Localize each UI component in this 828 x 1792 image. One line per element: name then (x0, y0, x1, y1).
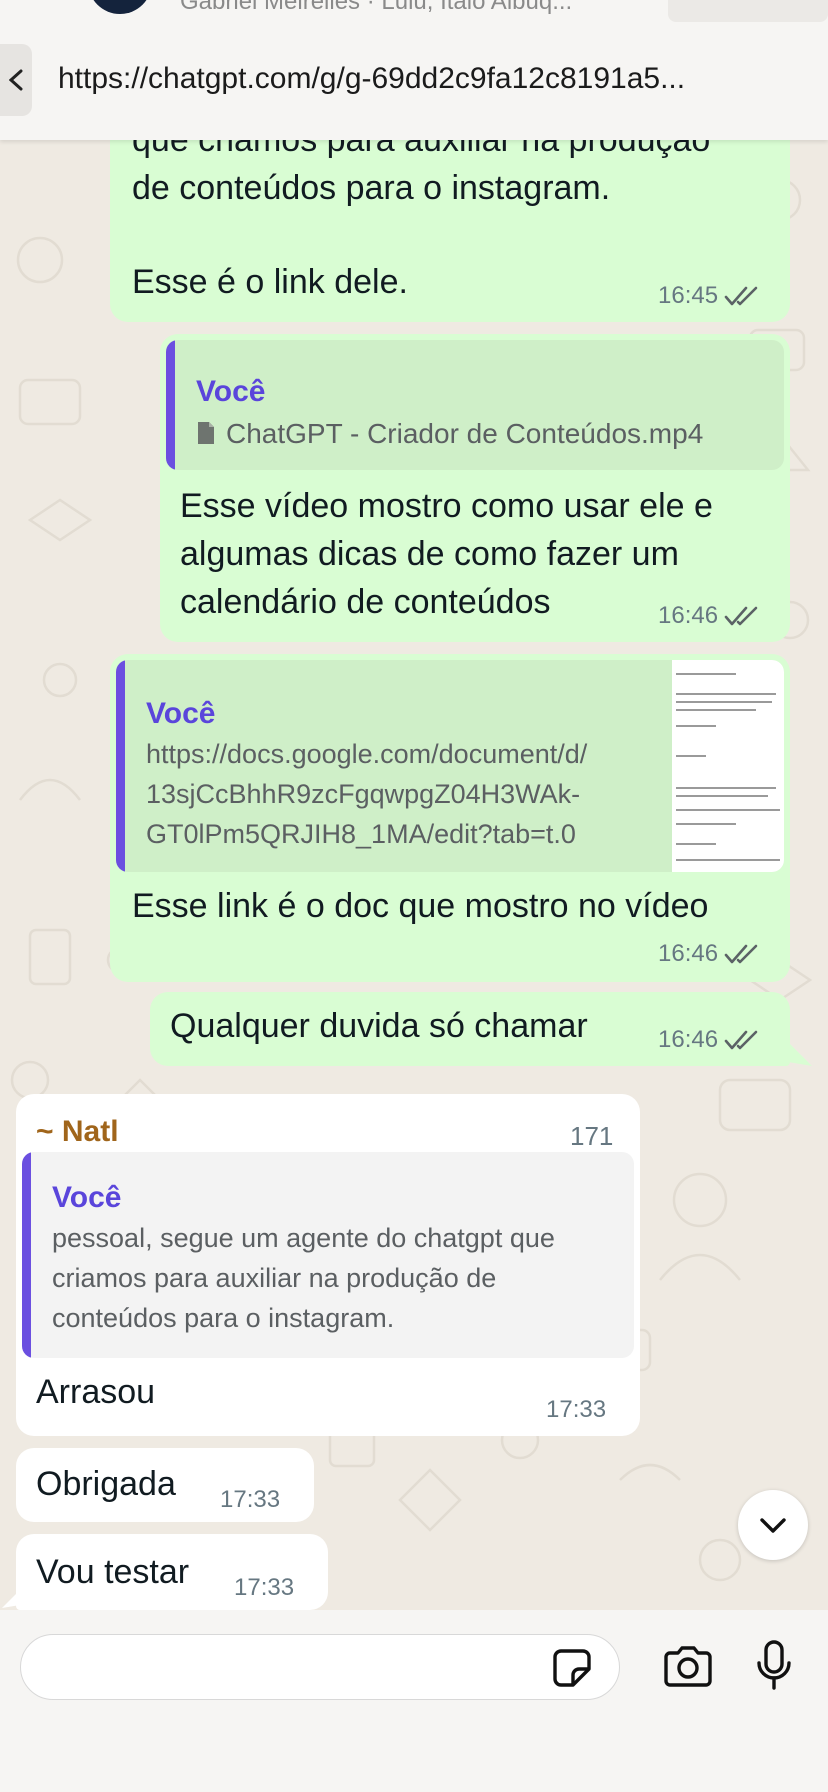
chevron-down-icon (760, 1518, 786, 1533)
chat-header: Gabriel Meirelles · Lulu, Italo Albuq...… (0, 0, 828, 140)
message-meta: 16:46 (658, 940, 760, 968)
message-meta: 16:46 (658, 1026, 760, 1054)
message-meta: 17:33 (234, 1574, 294, 1602)
message-bubble-incoming[interactable]: Obrigada 17:33 (16, 1448, 314, 1522)
double-check-icon (724, 1030, 758, 1050)
quote-file-name: ChatGPT - Criador de Conteúdos.mp4 (226, 418, 704, 449)
double-check-icon (724, 606, 758, 626)
document-preview-image (676, 673, 780, 861)
scroll-to-bottom-button[interactable] (738, 1490, 808, 1560)
message-text-line: Vou testar (36, 1553, 190, 1591)
message-text-line: calendário de conteúdos (180, 583, 551, 621)
message-text-line: Esse vídeo mostro como usar ele e (180, 487, 713, 525)
message-bubble-incoming[interactable]: Vou testar 17:33 (16, 1534, 328, 1610)
quote-accent-bar (166, 340, 175, 470)
message-text-line: algumas dicas de como fazer um (180, 535, 679, 573)
file-icon (198, 422, 214, 444)
camera-button[interactable] (660, 1640, 716, 1694)
message-bubble-incoming[interactable]: ~ Natl 171 Você pessoal, segue um agente… (16, 1094, 640, 1436)
message-text-line: Esse link é o doc que mostro no vídeo (132, 887, 709, 925)
message-bubble-outgoing[interactable]: Qualquer duvida só chamar 16:46 (150, 992, 790, 1066)
header-action-area (668, 0, 828, 22)
message-input[interactable] (20, 1634, 620, 1700)
message-text-line: de conteúdos para o instagram. (132, 169, 611, 207)
message-time: 17:33 (234, 1574, 295, 1601)
message-meta: 17:33 (220, 1486, 280, 1514)
message-time: 17:33 (546, 1396, 607, 1423)
quote-link-line: 13sjCcBhhR9zcFgqwpgZ04H3WAk- (146, 779, 581, 809)
double-check-icon (724, 286, 758, 306)
message-time: 16:46 (658, 940, 719, 967)
camera-icon (664, 1646, 712, 1687)
quote-accent-bar (22, 1152, 31, 1358)
message-text-line: Qualquer duvida só chamar (170, 1007, 588, 1045)
bubble-tail (788, 1042, 812, 1066)
quote-accent-bar (116, 660, 125, 872)
quote-link-line: https://docs.google.com/document/d/ (146, 739, 588, 769)
microphone-button[interactable] (752, 1636, 796, 1696)
quote-text-line: conteúdos para o instagram. (52, 1303, 395, 1333)
close-link-preview-button[interactable] (0, 44, 32, 116)
document-thumbnail[interactable] (672, 660, 784, 872)
sticker-button[interactable] (548, 1646, 596, 1690)
message-text-line: Obrigada (36, 1465, 176, 1503)
message-text-line: Esse é o link dele. (132, 263, 408, 301)
quote-link-line: GT0lPm5QRJIH8_1MA/edit?tab=t.0 (146, 819, 576, 849)
link-preview-url[interactable]: https://chatgpt.com/g/g-69dd2c9fa12c8191… (58, 62, 685, 96)
message-time: 17:33 (220, 1486, 281, 1513)
quote-text-line: pessoal, segue um agente do chatgpt que (52, 1223, 555, 1253)
message-meta: 16:46 (658, 602, 760, 630)
message-meta: 16:45 (658, 282, 760, 310)
microphone-icon (757, 1640, 791, 1690)
message-time: 16:46 (658, 602, 719, 629)
sender-name[interactable]: ~ Natl (36, 1108, 119, 1156)
group-members-subtitle[interactable]: Gabriel Meirelles · Lulu, Italo Albuq... (180, 0, 572, 16)
sticker-icon (553, 1649, 591, 1687)
quoted-message[interactable]: Você https://docs.google.com/document/d/… (116, 660, 784, 872)
double-check-icon (724, 944, 758, 964)
quote-author: Você (146, 697, 216, 730)
quote-text-line: criamos para auxiliar na produção de (52, 1263, 497, 1293)
close-icon (9, 69, 23, 91)
message-text-line: Arrasou (36, 1373, 156, 1411)
message-meta: 17:33 (546, 1396, 606, 1424)
quote-author: Você (196, 375, 266, 408)
quoted-message[interactable]: Você ChatGPT - Criador de Conteúdos.mp4 (166, 340, 784, 470)
message-time: 16:45 (658, 282, 719, 309)
quoted-message[interactable]: Você pessoal, segue um agente do chatgpt… (22, 1152, 634, 1358)
message-bubble-outgoing[interactable]: Você ChatGPT - Criador de Conteúdos.mp4 … (160, 334, 790, 642)
quote-author: Você (52, 1181, 122, 1214)
message-time: 16:46 (658, 1026, 719, 1053)
group-avatar[interactable] (88, 0, 152, 14)
message-composer (0, 1610, 828, 1792)
message-bubble-outgoing[interactable]: Você https://docs.google.com/document/d/… (110, 654, 790, 982)
